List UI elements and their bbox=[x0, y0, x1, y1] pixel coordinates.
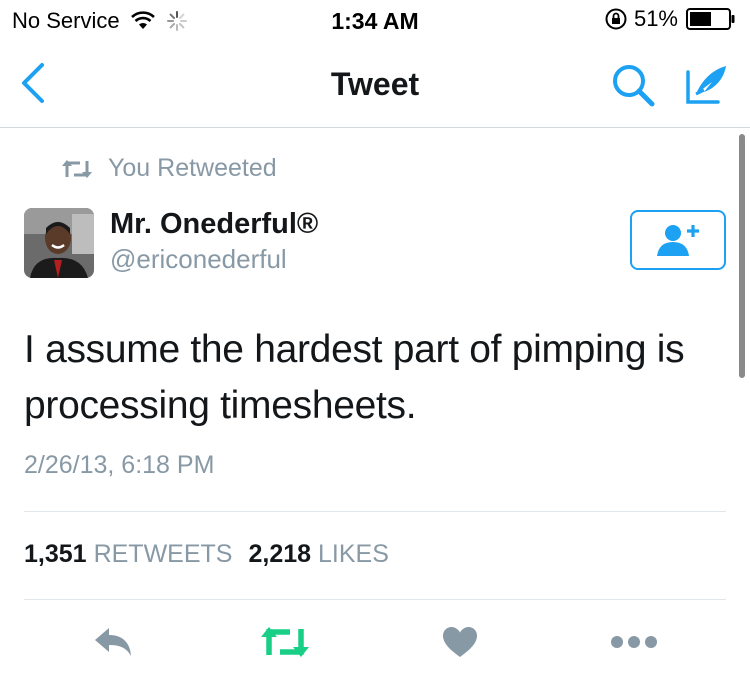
more-button[interactable] bbox=[610, 620, 658, 664]
compose-icon[interactable] bbox=[682, 60, 730, 108]
reply-button[interactable] bbox=[90, 620, 136, 664]
more-icon bbox=[611, 636, 657, 648]
tweet-screen: No Service 1:34 AM 51% Tweet You Retweet… bbox=[0, 0, 750, 688]
add-user-icon bbox=[657, 225, 699, 256]
retweet-icon bbox=[62, 159, 92, 178]
likes-count[interactable]: 2,218 bbox=[248, 540, 311, 569]
likes-label[interactable]: LIKES bbox=[318, 540, 389, 569]
divider bbox=[24, 599, 726, 600]
status-bar: No Service 1:34 AM 51% bbox=[0, 0, 750, 40]
scrollbar[interactable] bbox=[739, 134, 745, 378]
divider bbox=[24, 511, 726, 512]
retweet-context: You Retweeted bbox=[60, 154, 277, 183]
tweet-stats: 1,351 RETWEETS 2,218 LIKES bbox=[24, 540, 405, 569]
status-right: 51% bbox=[604, 6, 736, 32]
tweet-timestamp: 2/26/13, 6:18 PM bbox=[24, 451, 215, 479]
retweet-button[interactable] bbox=[258, 620, 312, 664]
retweets-label[interactable]: RETWEETS bbox=[94, 540, 233, 569]
avatar[interactable] bbox=[24, 208, 94, 278]
author-name[interactable]: Mr. Onederful® bbox=[110, 208, 318, 241]
retweet-context-label: You Retweeted bbox=[108, 154, 277, 182]
rotation-lock-icon bbox=[605, 8, 627, 30]
follow-button[interactable] bbox=[630, 210, 726, 270]
retweet-icon bbox=[261, 627, 309, 657]
retweets-count[interactable]: 1,351 bbox=[24, 540, 87, 569]
like-icon bbox=[443, 627, 477, 657]
tweet-text: I assume the hardest part of pimping is … bbox=[24, 328, 685, 427]
battery-icon bbox=[686, 8, 735, 30]
search-icon[interactable] bbox=[610, 62, 656, 108]
author-handle[interactable]: @ericonederful bbox=[110, 244, 287, 275]
like-button[interactable] bbox=[440, 620, 480, 664]
battery-percent: 51% bbox=[633, 6, 678, 31]
nav-bar: Tweet bbox=[0, 40, 750, 128]
reply-icon bbox=[95, 628, 131, 656]
